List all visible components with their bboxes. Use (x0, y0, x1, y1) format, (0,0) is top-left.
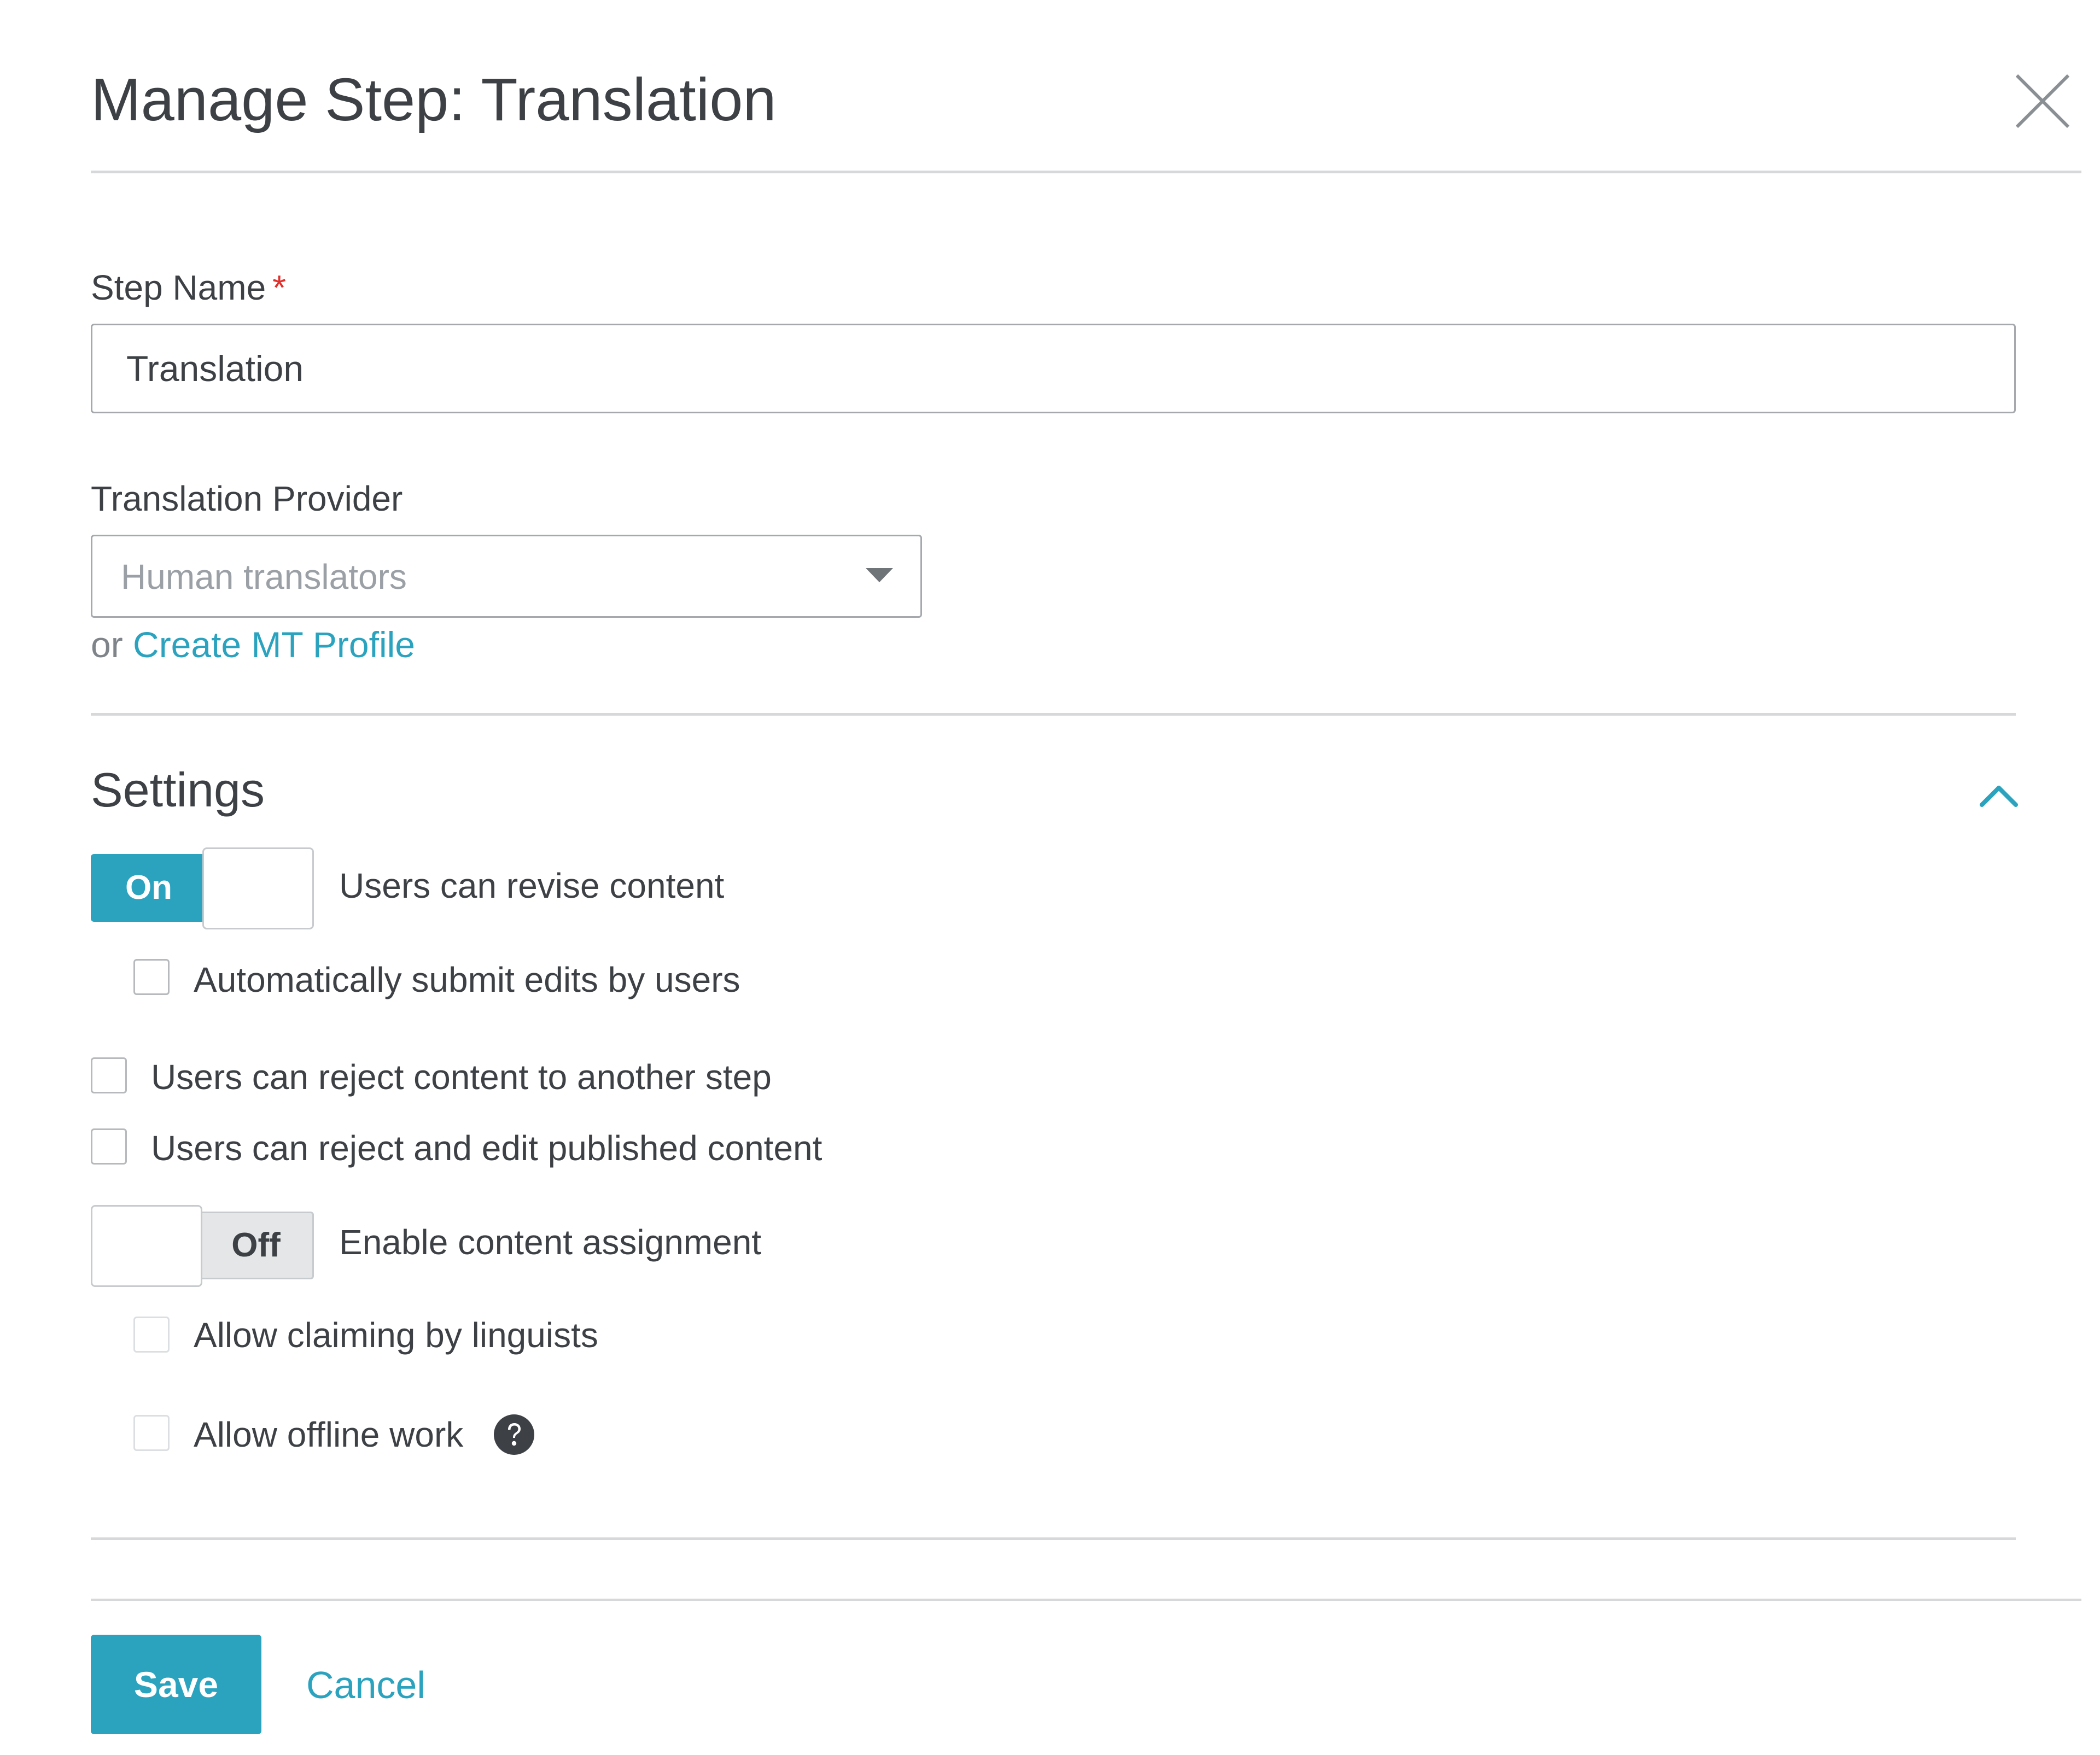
create-mt-profile-link[interactable]: Create MT Profile (133, 624, 415, 665)
settings-divider (91, 1537, 2016, 1540)
step-name-label-text: Step Name (91, 268, 266, 307)
auto-submit-label: Automatically submit edits by users (194, 960, 740, 999)
content-assignment-toggle[interactable]: Off (91, 1205, 315, 1287)
toggle-knob (91, 1205, 202, 1287)
header-divider (91, 171, 2081, 173)
save-button[interactable]: Save (91, 1635, 261, 1734)
reject-step-label: Users can reject content to another step (151, 1057, 772, 1097)
reject-published-checkbox[interactable] (91, 1128, 127, 1165)
required-marker: * (272, 268, 287, 307)
translation-provider-value: Human translators (121, 557, 407, 596)
revise-content-toggle[interactable]: On (91, 847, 315, 929)
settings-collapse-button[interactable] (1974, 771, 2023, 820)
reject-published-label: Users can reject and edit published cont… (151, 1128, 822, 1168)
footer-divider (91, 1599, 2081, 1601)
toggle-on-label: On (91, 854, 207, 922)
offline-help-button[interactable] (493, 1414, 535, 1455)
manage-step-dialog: Manage Step: Translation Step Name * Tran… (0, 0, 2100, 1755)
cancel-button[interactable]: Cancel (306, 1662, 425, 1708)
provider-divider (91, 713, 2016, 716)
toggle-knob (202, 847, 314, 929)
allow-claiming-checkbox[interactable] (133, 1317, 170, 1353)
chevron-up-icon (1980, 786, 2018, 807)
toggle-off-label: Off (198, 1212, 314, 1279)
revise-content-label: Users can revise content (339, 866, 725, 905)
create-mt-profile-line: or Create MT Profile (91, 622, 415, 667)
content-assignment-label: Enable content assignment (339, 1222, 762, 1262)
translation-provider-select[interactable]: Human translators (91, 535, 922, 618)
step-name-label: Step Name * (91, 266, 286, 309)
or-text: or (91, 624, 123, 665)
settings-title: Settings (91, 763, 265, 817)
dialog-title: Manage Step: Translation (91, 66, 777, 133)
allow-offline-checkbox[interactable] (133, 1415, 170, 1451)
translation-provider-label: Translation Provider (91, 479, 403, 518)
allow-offline-label: Allow offline work (194, 1415, 464, 1454)
caret-down-icon (866, 568, 893, 582)
auto-submit-checkbox[interactable] (133, 959, 170, 995)
question-circle-icon (494, 1414, 534, 1455)
reject-step-checkbox[interactable] (91, 1057, 127, 1093)
allow-claiming-label: Allow claiming by linguists (194, 1315, 598, 1355)
close-button[interactable] (2012, 71, 2073, 131)
close-icon (2015, 74, 2070, 128)
step-name-input[interactable] (91, 324, 2016, 413)
